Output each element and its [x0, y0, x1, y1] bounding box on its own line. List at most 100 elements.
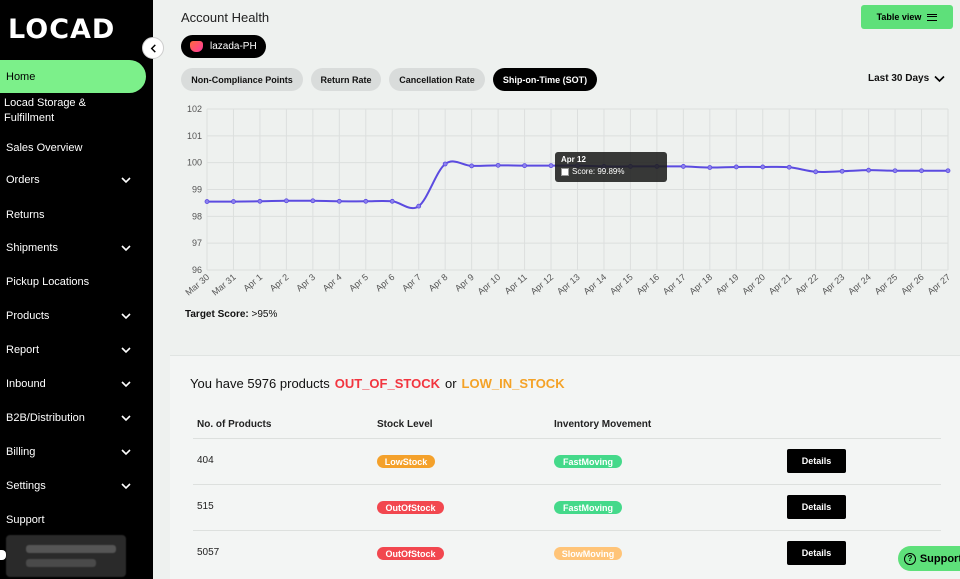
chevron-down-icon [121, 415, 131, 422]
out-of-stock-label: OUT_OF_STOCK [334, 376, 440, 391]
chevron-down-icon [121, 245, 131, 252]
tab-ship-on-time[interactable]: Ship-on-Time (SOT) [493, 68, 597, 91]
sidebar-item-inbound[interactable]: Inbound [0, 374, 153, 394]
data-point [204, 199, 210, 204]
tab-cancellation-rate[interactable]: Cancellation Rate [389, 68, 485, 91]
data-point [231, 199, 236, 204]
x-tick-label: Apr 16 [634, 272, 661, 297]
details-button[interactable]: Details [787, 541, 846, 565]
sidebar-item-label: Settings [6, 480, 46, 492]
sidebar-item-billing[interactable]: Billing [0, 442, 153, 462]
sidebar-item-returns[interactable]: Returns [0, 205, 153, 225]
sot-line-chart: 96979899100101102Mar 30Mar 31 Apr 1 Apr 2A… [183, 104, 953, 298]
table-view-label: Table view [876, 12, 922, 22]
x-tick-label: Apr 11 [503, 272, 529, 296]
column-header-stock-level: Stock Level [377, 419, 433, 430]
sidebar-collapse-button[interactable] [142, 37, 164, 59]
sidebar-item-settings[interactable]: Settings [0, 476, 153, 496]
data-point [892, 168, 898, 174]
date-range-label: Last 30 Days [868, 73, 930, 84]
store-selector[interactable]: lazada-PH [181, 35, 266, 58]
y-tick-label: 102 [187, 104, 202, 114]
movement-badge: FastMoving [554, 455, 622, 468]
store-name: lazada-PH [210, 41, 257, 52]
x-tick-label: Apr 3 [294, 272, 317, 293]
tab-return-rate[interactable]: Return Rate [311, 68, 381, 91]
x-tick-label: Apr 5 [347, 272, 370, 293]
sidebar-item-locad-storage-fulfillment[interactable]: Locad Storage & Fulfillment [0, 96, 100, 126]
x-tick-label: Apr 19 [714, 272, 741, 297]
data-point [786, 164, 792, 170]
locad-logo[interactable]: LOCAD [8, 14, 115, 45]
tab-non-compliance-points[interactable]: Non-Compliance Points [181, 68, 303, 91]
sidebar-item-label: Support [6, 514, 45, 526]
x-tick-label: Apr 2 [268, 272, 291, 293]
details-button[interactable]: Details [787, 449, 846, 473]
x-tick-label: Apr 1 [241, 272, 264, 293]
movement-badge: SlowMoving [554, 547, 622, 560]
sidebar-item-products[interactable]: Products [0, 306, 153, 326]
chevron-down-icon [121, 449, 131, 456]
x-tick-label: Apr 10 [476, 272, 503, 297]
x-tick-label: Apr 20 [740, 272, 767, 297]
data-point [495, 162, 501, 168]
table-view-button[interactable]: Table view [861, 5, 953, 29]
data-point [707, 165, 713, 170]
tooltip-value: Score: 99.89% [572, 167, 625, 176]
x-tick-label: Apr 6 [374, 272, 397, 293]
target-score-label: Target Score: [185, 309, 249, 320]
chevron-down-icon [121, 177, 131, 184]
support-label: Support [919, 552, 960, 565]
sidebar-item-label: Report [6, 344, 40, 356]
sidebar-item-label: Home [6, 70, 36, 83]
sidebar-item-label: Locad Storage & Fulfillment [4, 97, 86, 124]
user-email-blurred [26, 559, 96, 567]
data-point [310, 198, 316, 204]
table-divider [193, 438, 941, 439]
x-tick-label: Apr 27 [926, 272, 953, 297]
help-icon: ? [904, 552, 916, 565]
sidebar-item-b2b-distribution[interactable]: B2B/Distribution [0, 408, 153, 428]
sidebar-item-orders[interactable]: Orders [0, 170, 153, 190]
target-score: Target Score: >95% [185, 309, 277, 320]
x-tick-label: Apr 23 [820, 272, 847, 297]
stock-level-badge: LowStock [377, 455, 435, 468]
product-count: 404 [197, 455, 214, 466]
x-tick-label: Apr 18 [687, 272, 714, 297]
x-tick-label: Apr 4 [321, 272, 344, 293]
data-point [336, 198, 342, 204]
low-in-stock-label: LOW_IN_STOCK [461, 376, 565, 391]
stock-level-badge: OutOfStock [377, 547, 444, 560]
support-button[interactable]: ? Support [898, 546, 960, 571]
sidebar-item-home[interactable]: Home [0, 60, 146, 93]
sidebar-item-support[interactable]: Support [0, 510, 153, 530]
chevron-left-icon [150, 43, 156, 53]
data-point [257, 198, 263, 204]
sidebar-item-label: Sales Overview [6, 142, 83, 154]
data-point [733, 164, 739, 170]
sidebar-item-shipments[interactable]: Shipments [0, 238, 153, 258]
data-point [839, 168, 845, 174]
x-tick-label: Apr 15 [608, 272, 635, 297]
data-point [548, 163, 554, 169]
y-tick-label: 100 [187, 158, 202, 168]
sidebar-item-pickup-locations[interactable]: Pickup Locations [0, 272, 153, 292]
sidebar-item-report[interactable]: Report [0, 340, 153, 360]
details-button[interactable]: Details [787, 495, 846, 519]
x-tick-label: Apr 26 [899, 272, 926, 297]
user-indicator [0, 550, 6, 560]
x-tick-label: Mar 30 [183, 272, 211, 298]
sidebar-item-sales-overview[interactable]: Sales Overview [0, 138, 153, 158]
x-tick-label: Apr 14 [581, 272, 608, 297]
user-account-box[interactable] [6, 535, 126, 577]
x-tick-label: Apr 17 [661, 272, 688, 297]
date-range-select[interactable]: Last 30 Days [868, 73, 945, 84]
sidebar-item-label: Pickup Locations [6, 276, 90, 288]
x-tick-label: Apr 13 [555, 272, 582, 297]
x-tick-label: Mar 31 [210, 272, 238, 298]
sidebar-item-label: Products [6, 310, 50, 322]
data-point [760, 164, 766, 170]
user-name-blurred [26, 545, 116, 553]
chevron-down-icon [934, 75, 945, 82]
data-point [389, 198, 395, 204]
